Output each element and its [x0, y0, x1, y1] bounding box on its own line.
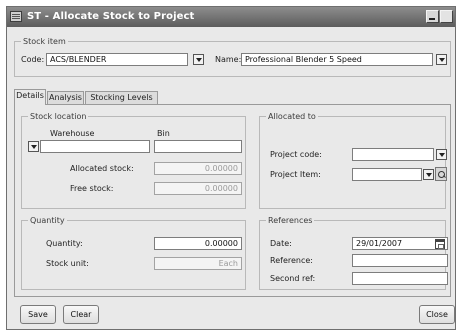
allocated-stock-value: 0.00000 — [154, 162, 242, 175]
stock-unit-label: Stock unit: — [46, 259, 89, 268]
title-bar[interactable]: ST - Allocate Stock to Project — [7, 7, 455, 27]
save-button[interactable]: Save — [20, 305, 56, 324]
details-tab-panel: Stock location Warehouse Bin Allocated s… — [14, 104, 451, 297]
app-window-icon — [10, 11, 22, 22]
calendar-icon[interactable] — [435, 239, 445, 249]
date-label: Date: — [270, 239, 292, 248]
quantity-group: Quantity Quantity: 0.00000 Stock unit: E… — [21, 216, 246, 290]
name-field[interactable]: Professional Blender 5 Speed — [241, 53, 433, 66]
stock-item-legend: Stock item — [21, 37, 68, 46]
reference-field[interactable] — [352, 254, 448, 267]
close-button[interactable]: Close — [419, 305, 455, 324]
code-label: Code: — [21, 55, 45, 64]
project-code-dropdown-button[interactable] — [436, 149, 447, 160]
date-field[interactable]: 29/01/2007 — [352, 237, 448, 250]
second-ref-label: Second ref: — [270, 274, 316, 283]
tab-stocking-levels[interactable]: Stocking Levels — [85, 91, 158, 104]
name-dropdown-button[interactable] — [436, 54, 447, 65]
bin-field[interactable] — [154, 140, 242, 153]
stock-unit-value: Each — [154, 257, 242, 270]
stock-location-group: Stock location Warehouse Bin Allocated s… — [21, 112, 246, 209]
warehouse-field[interactable] — [40, 140, 150, 153]
close-window-button[interactable] — [440, 10, 453, 23]
warehouse-column-header: Warehouse — [50, 129, 95, 138]
bin-column-header: Bin — [157, 129, 170, 138]
project-item-field[interactable] — [352, 168, 422, 181]
free-stock-value: 0.00000 — [154, 182, 242, 195]
project-item-dropdown-button[interactable] — [423, 169, 434, 180]
tab-analysis[interactable]: Analysis — [47, 91, 84, 104]
allocated-to-legend: Allocated to — [266, 112, 318, 121]
code-field[interactable]: ACS/BLENDER — [46, 53, 188, 66]
code-dropdown-button[interactable] — [193, 54, 204, 65]
project-code-label: Project code: — [270, 150, 322, 159]
project-code-field[interactable] — [352, 148, 434, 161]
window-title: ST - Allocate Stock to Project — [27, 11, 195, 22]
quantity-field[interactable]: 0.00000 — [154, 237, 242, 250]
stock-location-legend: Stock location — [28, 112, 89, 121]
allocated-to-group: Allocated to Project code: Project Item: — [259, 112, 447, 209]
name-label: Name: — [215, 55, 242, 64]
project-item-label: Project Item: — [270, 170, 321, 179]
references-group: References Date: 29/01/2007 Reference: S… — [259, 216, 448, 290]
allocated-stock-label: Allocated stock: — [70, 164, 134, 173]
reference-label: Reference: — [270, 256, 313, 265]
minimize-button[interactable] — [426, 10, 439, 23]
quantity-legend: Quantity — [28, 216, 67, 225]
second-ref-field[interactable] — [352, 272, 448, 285]
quantity-label: Quantity: — [46, 239, 83, 248]
references-legend: References — [266, 216, 315, 225]
project-item-browse-icon[interactable] — [435, 167, 447, 181]
free-stock-label: Free stock: — [70, 184, 114, 193]
tab-details[interactable]: Details — [14, 89, 46, 105]
warehouse-dropdown-button[interactable] — [28, 141, 39, 152]
allocate-stock-window: ST - Allocate Stock to Project Stock ite… — [6, 6, 456, 330]
stock-item-group: Stock item Code: ACS/BLENDER Name: Profe… — [14, 37, 451, 77]
clear-button[interactable]: Clear — [63, 305, 99, 324]
